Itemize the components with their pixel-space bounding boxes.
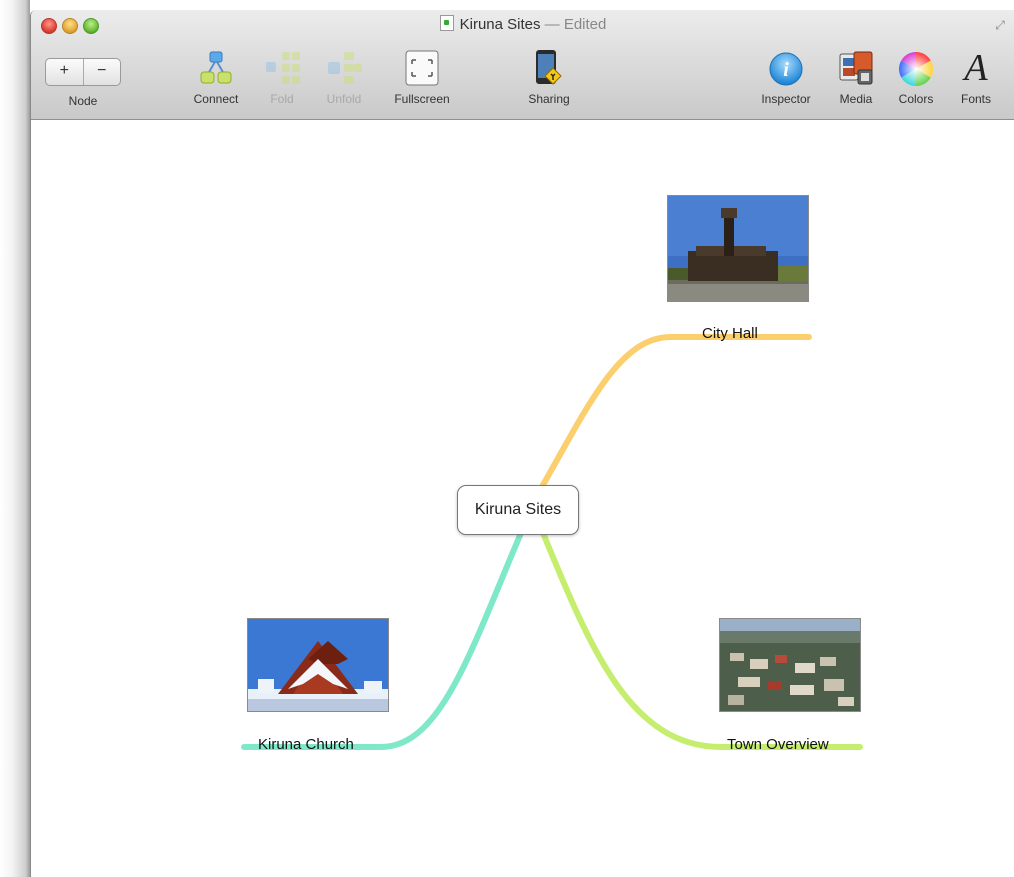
fold-icon <box>262 48 302 88</box>
colors-button[interactable]: Colors <box>889 48 943 106</box>
fullscreen-toggle-icon[interactable]: ⤢ <box>993 18 1007 32</box>
remove-node-button[interactable]: − <box>84 59 121 85</box>
central-topic[interactable]: Kiruna Sites <box>457 485 579 535</box>
inspector-label: Inspector <box>761 92 811 106</box>
fonts-button[interactable]: A Fonts <box>951 48 1001 106</box>
unfold-icon <box>324 48 364 88</box>
app-window: Kiruna Sites — Edited ⤢ + − Node Connect… <box>30 10 1014 877</box>
fullscreen-button[interactable]: Fullscreen <box>381 48 463 106</box>
media-button[interactable]: Media <box>831 48 881 106</box>
unfold-button[interactable]: Unfold <box>315 48 373 106</box>
node-tool: + − Node <box>41 48 125 108</box>
fold-label: Fold <box>270 92 294 106</box>
edited-status: Edited <box>563 16 607 33</box>
branch-city-hall <box>540 334 812 488</box>
title-separator: — <box>544 16 560 33</box>
connect-button[interactable]: Connect <box>181 48 251 106</box>
city-hall-photo[interactable] <box>667 195 809 302</box>
node-segmented-control: + − <box>45 58 121 86</box>
sharing-icon <box>529 48 569 88</box>
kiruna-church-photo[interactable] <box>247 618 389 712</box>
inspector-button[interactable]: i Inspector <box>749 48 823 106</box>
connect-icon <box>196 48 236 88</box>
titlebar-toolbar: Kiruna Sites — Edited ⤢ + − Node Connect… <box>31 10 1014 120</box>
document-proxy-icon[interactable] <box>439 15 454 31</box>
inspector-glyph: i <box>783 59 789 81</box>
font-icon: A <box>956 48 996 88</box>
kiruna-church-label[interactable]: Kiruna Church <box>258 736 354 753</box>
city-hall-label[interactable]: City Hall <box>702 325 758 342</box>
sharing-label: Sharing <box>528 92 570 106</box>
sharing-button[interactable]: Sharing <box>511 48 587 106</box>
fullscreen-label: Fullscreen <box>394 92 450 106</box>
fold-button[interactable]: Fold <box>257 48 307 106</box>
color-wheel-icon <box>896 48 936 88</box>
info-icon: i <box>766 48 806 88</box>
mindmap-canvas[interactable]: Kiruna Sites City Hall Kiruna Church Tow… <box>31 120 1014 877</box>
media-icon <box>836 48 876 88</box>
fonts-label: Fonts <box>960 92 991 106</box>
fullscreen-icon <box>402 48 442 88</box>
fonts-glyph: A <box>964 47 988 89</box>
window-shadow <box>0 0 30 877</box>
connect-label: Connect <box>193 92 239 106</box>
colors-label: Colors <box>898 92 934 106</box>
media-label: Media <box>839 92 873 106</box>
window-title-text: Kiruna Sites <box>459 16 541 33</box>
unfold-label: Unfold <box>326 92 362 106</box>
town-overview-photo[interactable] <box>719 618 861 712</box>
add-node-button[interactable]: + <box>46 59 84 85</box>
node-label: Node <box>68 94 98 108</box>
town-overview-label[interactable]: Town Overview <box>727 736 829 753</box>
window-title: Kiruna Sites — Edited <box>31 15 1014 35</box>
